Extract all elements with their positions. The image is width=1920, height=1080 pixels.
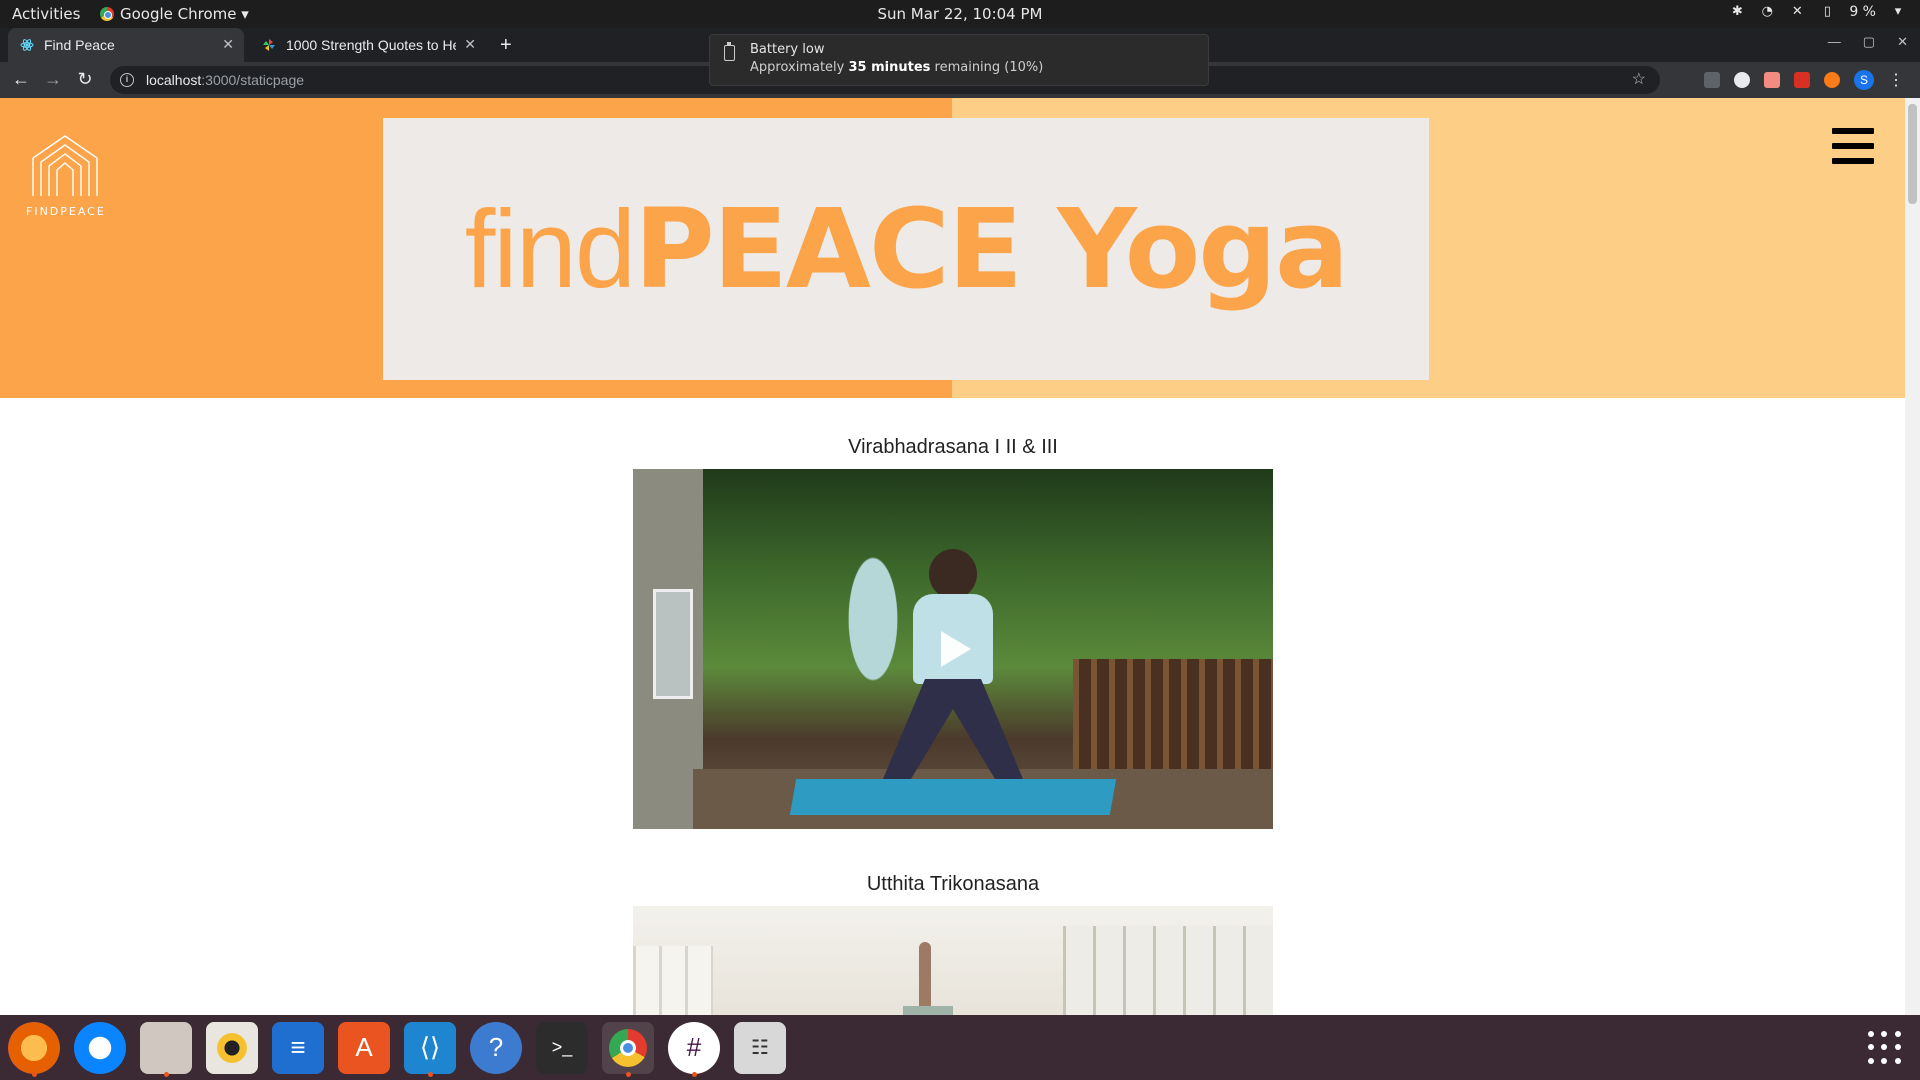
video-card: Virabhadrasana I II & III bbox=[633, 436, 1273, 829]
window bbox=[653, 589, 693, 699]
extension-icon[interactable] bbox=[1794, 72, 1810, 88]
mixer-icon[interactable]: ☷ bbox=[734, 1021, 786, 1074]
hero-card: findPEACE Yoga bbox=[383, 118, 1429, 380]
tab-title: 1000 Strength Quotes to Help You bbox=[286, 37, 456, 53]
video-player[interactable] bbox=[633, 469, 1273, 829]
react-favicon-icon bbox=[20, 39, 34, 51]
app-menu-label: Google Chrome ▾ bbox=[120, 5, 249, 23]
chrome-icon bbox=[100, 7, 114, 21]
app-menu-button[interactable]: Google Chrome ▾ bbox=[100, 5, 249, 23]
chevron-down-icon[interactable]: ▾ bbox=[1890, 4, 1906, 20]
notification-title: Battery low bbox=[750, 42, 825, 57]
dock: ≡ A ⟨⟩ ? >_ # ☷ bbox=[0, 1015, 1920, 1080]
hero-banner: FINDPEACE findPEACE Yoga bbox=[0, 98, 1905, 398]
extension-icon[interactable] bbox=[1824, 72, 1840, 88]
page-viewport: FINDPEACE findPEACE Yoga Virabhadrasana … bbox=[0, 98, 1905, 1015]
battery-low-icon bbox=[724, 42, 735, 61]
video-title: Virabhadrasana I II & III bbox=[848, 436, 1058, 458]
thunderbird-icon[interactable] bbox=[74, 1021, 126, 1074]
volume-muted-icon[interactable]: ✕ bbox=[1789, 4, 1805, 20]
battery-icon[interactable]: ▯ bbox=[1819, 4, 1835, 20]
video-card: Utthita Trikonasana bbox=[633, 873, 1273, 1015]
profile-avatar[interactable]: S bbox=[1854, 70, 1874, 90]
url-path: :3000/staticpage bbox=[201, 72, 305, 88]
forward-arrow-icon[interactable]: → bbox=[42, 69, 64, 90]
new-tab-button[interactable]: + bbox=[500, 34, 512, 57]
vscode-icon[interactable]: ⟨⟩ bbox=[404, 1021, 456, 1077]
logo-text: FINDPEACE bbox=[26, 205, 106, 218]
url-host: localhost bbox=[146, 72, 202, 88]
rhythmbox-icon[interactable] bbox=[206, 1021, 258, 1074]
video-title: Utthita Trikonasana bbox=[866, 873, 1040, 895]
help-icon[interactable]: ? bbox=[470, 1021, 522, 1074]
minimize-icon[interactable]: — bbox=[1828, 34, 1841, 50]
clock[interactable]: Sun Mar 22, 10:04 PM bbox=[878, 5, 1043, 23]
tab-find-peace[interactable]: Find Peace ✕ bbox=[8, 28, 244, 62]
more-menu-icon[interactable]: ⋮ bbox=[1888, 70, 1904, 90]
tab-strength-quotes[interactable]: 1000 Strength Quotes to Help You ✕ bbox=[250, 28, 486, 62]
software-icon[interactable]: A bbox=[338, 1021, 390, 1074]
hero-title: findPEACE Yoga bbox=[464, 185, 1350, 313]
findpeace-logo[interactable]: FINDPEACE bbox=[26, 132, 104, 218]
chrome-icon[interactable] bbox=[602, 1021, 654, 1077]
raised-arm bbox=[919, 942, 931, 1015]
back-arrow-icon[interactable]: ← bbox=[10, 69, 32, 90]
extension-icon[interactable] bbox=[1764, 72, 1780, 88]
writer-icon[interactable]: ≡ bbox=[272, 1021, 324, 1074]
slack-icon[interactable]: # bbox=[668, 1021, 720, 1077]
battery-percent[interactable]: 9 % bbox=[1849, 4, 1876, 20]
close-tab-icon[interactable]: ✕ bbox=[464, 36, 476, 53]
files-icon[interactable] bbox=[140, 1021, 192, 1077]
system-tray[interactable]: ✱ ◔ ✕ ▯ 9 % ▾ bbox=[1729, 4, 1906, 20]
person-legs bbox=[883, 679, 1023, 779]
close-tab-icon[interactable]: ✕ bbox=[222, 36, 234, 53]
maximize-icon[interactable]: ▢ bbox=[1863, 34, 1875, 50]
wifi-icon[interactable]: ◔ bbox=[1759, 4, 1775, 20]
yoga-mat bbox=[789, 779, 1117, 815]
close-window-icon[interactable]: ✕ bbox=[1897, 34, 1908, 50]
show-applications-icon[interactable] bbox=[1868, 1031, 1902, 1065]
pinwheel-favicon-icon bbox=[263, 39, 275, 51]
person-head bbox=[929, 549, 977, 599]
terminal-icon[interactable]: >_ bbox=[536, 1021, 588, 1074]
notification-body: Approximately 35 minutes remaining (10%) bbox=[750, 60, 1044, 75]
system-top-bar: Activities Google Chrome ▾ Sun Mar 22, 1… bbox=[0, 0, 1920, 28]
video-player[interactable] bbox=[633, 906, 1273, 1015]
battery-notification[interactable]: Battery low Approximately 35 minutes rem… bbox=[709, 34, 1209, 86]
firefox-icon[interactable] bbox=[8, 1021, 60, 1077]
extension-icon[interactable] bbox=[1704, 72, 1720, 88]
page-scrollbar[interactable] bbox=[1905, 98, 1920, 1015]
hamburger-menu-icon[interactable] bbox=[1832, 128, 1874, 164]
site-info-icon[interactable]: i bbox=[120, 73, 134, 87]
reload-icon[interactable]: ↻ bbox=[74, 69, 96, 90]
window-pane bbox=[633, 946, 713, 1015]
extension-icon[interactable] bbox=[1734, 72, 1750, 88]
wood-railing bbox=[1073, 659, 1273, 779]
play-icon[interactable] bbox=[941, 631, 971, 667]
tab-title: Find Peace bbox=[44, 37, 115, 53]
person-shoulder bbox=[903, 1006, 953, 1015]
scrollbar-thumb[interactable] bbox=[1908, 104, 1917, 204]
window-pane bbox=[1063, 926, 1273, 1015]
activities-button[interactable]: Activities bbox=[12, 5, 80, 23]
temple-logo-icon bbox=[32, 135, 98, 196]
bookmark-star-icon[interactable]: ☆ bbox=[1632, 69, 1646, 89]
slack-tray-icon[interactable]: ✱ bbox=[1729, 4, 1745, 20]
